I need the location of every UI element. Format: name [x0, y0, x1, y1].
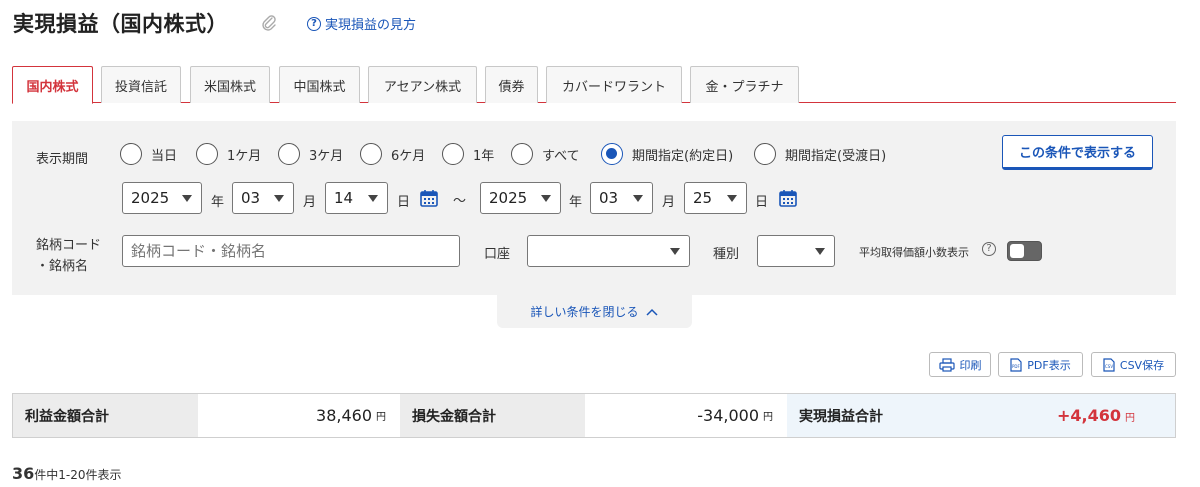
radio-circle	[442, 143, 464, 165]
unit-month: 月	[662, 195, 676, 210]
unit-day: 日	[397, 195, 411, 210]
to-year-select[interactable]: 2025	[480, 182, 561, 214]
unit-year: 年	[211, 195, 225, 210]
calendar-icon[interactable]	[419, 188, 439, 208]
code-search-input[interactable]	[122, 235, 460, 267]
print-button[interactable]: 印刷	[929, 352, 991, 377]
type-label: 種別	[713, 247, 740, 262]
radio-circle	[196, 143, 218, 165]
account-label: 口座	[484, 247, 511, 262]
asset-tabs: 国内株式 投資信託 米国株式 中国株式 アセアン株式 債券 カバードワラント 金…	[12, 66, 1176, 104]
net-total-cell: 実現損益合計 +4,460 円	[787, 394, 1175, 437]
apply-filter-button[interactable]: この条件で表示する	[1002, 135, 1153, 170]
chevron-down-icon	[633, 195, 643, 202]
paperclip-icon[interactable]	[260, 14, 278, 32]
net-total-label: 実現損益合計	[799, 408, 883, 425]
range-separator: ～	[453, 194, 467, 209]
chevron-down-icon	[274, 195, 284, 202]
pdf-button[interactable]: PDF PDF表示	[998, 352, 1083, 377]
radio-all[interactable]: すべて	[511, 143, 580, 165]
from-year-select[interactable]: 2025	[122, 182, 202, 214]
calendar-icon[interactable]	[778, 188, 798, 208]
page-title: 実現損益（国内株式）	[13, 12, 228, 36]
to-month-select[interactable]: 03	[590, 182, 653, 214]
tab-investment-trust[interactable]: 投資信託	[101, 66, 181, 103]
tab-domestic-stock[interactable]: 国内株式	[12, 66, 93, 104]
radio-today[interactable]: 当日	[120, 143, 177, 165]
chevron-down-icon	[182, 195, 192, 202]
radio-1year[interactable]: 1年	[442, 143, 494, 165]
question-icon: ?	[307, 16, 321, 31]
radio-circle-selected	[601, 143, 623, 165]
chevron-down-icon	[815, 248, 825, 255]
radio-circle	[278, 143, 300, 165]
account-select[interactable]	[527, 235, 690, 267]
help-link-label: 実現損益の見方	[325, 18, 417, 33]
radio-circle	[511, 143, 533, 165]
radio-6month[interactable]: 6ケ月	[360, 143, 425, 165]
profit-total-value: 38,460 円	[198, 394, 400, 437]
type-select[interactable]	[757, 235, 835, 267]
chevron-down-icon	[541, 195, 551, 202]
from-day-select[interactable]: 14	[325, 182, 388, 214]
svg-text:CSV: CSV	[1105, 364, 1113, 369]
csv-file-icon: CSV	[1103, 357, 1115, 372]
unit-month: 月	[303, 195, 317, 210]
unit-day: 日	[755, 195, 769, 210]
question-icon[interactable]: ?	[982, 242, 996, 256]
collapse-conditions-button[interactable]: 詳しい条件を閉じる	[497, 295, 692, 328]
radio-circle	[120, 143, 142, 165]
from-month-select[interactable]: 03	[232, 182, 294, 214]
to-day-select[interactable]: 25	[684, 182, 747, 214]
tab-bond[interactable]: 債券	[485, 66, 538, 103]
tab-china-stock[interactable]: 中国株式	[279, 66, 360, 103]
net-total-value: +4,460 円	[1056, 406, 1135, 425]
profit-total-label: 利益金額合計	[13, 394, 198, 437]
period-label: 表示期間	[36, 152, 89, 167]
decimal-display-label: 平均取得価額小数表示	[859, 246, 969, 259]
chevron-up-icon	[645, 308, 658, 316]
tab-gold-platinum[interactable]: 金・プラチナ	[690, 66, 799, 103]
radio-custom-trade-date[interactable]: 期間指定(約定日)	[601, 143, 733, 165]
loss-total-label: 損失金額合計	[400, 394, 585, 437]
help-link[interactable]: ? 実現損益の見方	[307, 14, 416, 33]
result-count: 36件中1-20件表示	[12, 464, 122, 483]
tab-us-stock[interactable]: 米国株式	[190, 66, 270, 103]
decimal-display-toggle[interactable]	[1007, 241, 1042, 261]
radio-circle	[754, 143, 776, 165]
radio-1month[interactable]: 1ケ月	[196, 143, 261, 165]
tab-covered-warrant[interactable]: カバードワラント	[546, 66, 682, 103]
radio-custom-settlement-date[interactable]: 期間指定(受渡日)	[754, 143, 886, 165]
printer-icon	[938, 357, 955, 372]
tab-asean-stock[interactable]: アセアン株式	[368, 66, 477, 103]
radio-3month[interactable]: 3ケ月	[278, 143, 343, 165]
svg-text:PDF: PDF	[1012, 364, 1020, 369]
summary-bar: 利益金額合計 38,460 円 損失金額合計 -34,000 円 実現損益合計 +4…	[12, 393, 1176, 438]
chevron-down-icon	[368, 195, 378, 202]
csv-button[interactable]: CSV CSV保存	[1091, 352, 1176, 377]
pdf-file-icon: PDF	[1010, 357, 1022, 372]
chevron-down-icon	[727, 195, 737, 202]
code-label-line2: ・銘柄名	[36, 259, 89, 274]
code-label-line1: 銘柄コード	[36, 238, 102, 253]
radio-circle	[360, 143, 382, 165]
unit-year: 年	[569, 195, 583, 210]
filter-panel: 表示期間 当日 1ケ月 3ケ月 6ケ月 1年 すべて 期間指定(約定日) 期間指…	[12, 121, 1176, 295]
loss-total-value: -34,000 円	[585, 394, 787, 437]
chevron-down-icon	[670, 248, 680, 255]
